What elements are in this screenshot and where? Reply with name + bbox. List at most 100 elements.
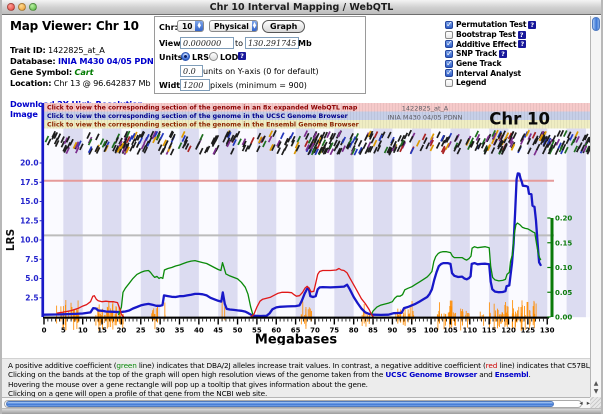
x-axis-tick-label: 125: [521, 327, 536, 335]
info-icon[interactable]: ?: [499, 50, 507, 58]
checkbox[interactable]: [445, 79, 453, 87]
info-icon[interactable]: ?: [518, 31, 526, 39]
map-options-box: Chr: 10 ▲▼ Physical ▲▼ Graph View: to Mb…: [154, 16, 366, 94]
trait-id-value: 1422825_at_A: [48, 45, 105, 55]
checkbox-row-legend[interactable]: Legend?: [445, 78, 536, 88]
horizontal-scrollbar-thumb[interactable]: [6, 401, 554, 407]
width-hint: pixels (minimum = 900): [210, 81, 307, 90]
x-axis-tick-label: 80: [349, 327, 359, 335]
map-type-select[interactable]: Physical ▲▼: [209, 20, 258, 32]
x-axis: [43, 317, 549, 319]
gene-symbol-label: Gene Symbol:: [10, 67, 72, 77]
scroll-arrows-icon[interactable]: ▲▼: [591, 380, 601, 396]
info-icon[interactable]: ?: [528, 21, 536, 29]
app-window: Chr 10 Interval Mapping / WebQTL Map Vie…: [0, 0, 603, 414]
x-axis-tick-label: 100: [424, 327, 439, 335]
yaxis-units-input[interactable]: [180, 65, 203, 77]
vertical-scrollbar-thumb[interactable]: [592, 17, 600, 31]
view-from-input[interactable]: [180, 37, 234, 49]
lod-radio[interactable]: [209, 52, 218, 61]
x-axis-tick-label: 50: [233, 327, 243, 335]
x-axis-tick-label: 5: [61, 327, 66, 335]
right-axis-tick-label: 0.15: [555, 239, 572, 247]
plot-stripe: [102, 129, 121, 318]
checkbox-row-additive-effect[interactable]: Additive Effect?: [445, 39, 536, 49]
checkbox[interactable]: [445, 69, 453, 77]
x-axis-tick-label: 110: [462, 327, 477, 335]
interval-map-chart[interactable]: Click to view the corresponding section …: [2, 100, 603, 345]
gene-symbol-value[interactable]: Cart: [75, 67, 94, 77]
chromosome-select[interactable]: 10 ▲▼: [177, 20, 204, 32]
band-label: Click to view the corresponding section …: [47, 104, 358, 111]
right-axis-tick-label: 0.20: [555, 215, 572, 223]
plot-stripe: [63, 129, 82, 318]
checkbox[interactable]: [445, 21, 453, 29]
right-axis-line: [551, 218, 554, 317]
footer-line-3: Hovering the mouse over a gene rectangle…: [8, 380, 595, 389]
info-icon[interactable]: ?: [518, 40, 526, 48]
select-stepper-icon: ▲▼: [252, 21, 257, 31]
y-axis-tick-label: 5.0: [25, 274, 38, 283]
x-axis-title: Megabases: [255, 333, 337, 346]
checkbox-label: Legend: [456, 78, 486, 87]
window-title: Chr 10 Interval Mapping / WebQTL: [2, 2, 601, 13]
track-option-list: Permutation Test? Bootstrap Test? Additi…: [445, 20, 536, 88]
y-axis-tick-label: 20.0: [20, 159, 39, 168]
checkbox-label: Permutation Test: [456, 20, 526, 29]
width-input[interactable]: [180, 79, 210, 91]
band-label: Click to view the corresponding section …: [47, 121, 360, 128]
trait-id-line: Trait ID: 1422825_at_A: [10, 45, 152, 56]
x-axis-tick-label: 30: [155, 327, 165, 335]
checkbox-row-permutation-test[interactable]: Permutation Test?: [445, 20, 536, 30]
resize-grip[interactable]: [590, 397, 601, 408]
y-axis-tick-label: 2.5: [25, 293, 38, 302]
to-label: to: [235, 39, 243, 48]
checkbox-row-gene-track[interactable]: Gene Track?: [445, 59, 536, 69]
band-label: Click to view the corresponding section …: [47, 113, 349, 120]
ucsc-link[interactable]: UCSC Genome Browser: [385, 370, 477, 379]
checkbox-label: Additive Effect: [456, 40, 516, 49]
checkbox[interactable]: [445, 50, 453, 58]
checkbox[interactable]: [445, 31, 453, 39]
checkbox-label: Interval Analyst: [456, 69, 521, 78]
database-line: Database: INIA M430 04/05 PDNN: [10, 56, 152, 67]
checkbox-row-snp-track[interactable]: SNP Track?: [445, 49, 536, 59]
mb-label: Mb: [298, 39, 312, 48]
chart-title-chr: Chr 10: [489, 110, 550, 129]
view-to-input[interactable]: [245, 37, 299, 49]
location-line: Location: Chr 13 @ 96.642837 Mb: [10, 78, 152, 89]
plot-stripe: [528, 129, 547, 318]
footer-line-2: Clicking on the bands at the top of the …: [8, 370, 595, 379]
plot-stripe: [373, 129, 392, 318]
horizontal-scrollbar-track[interactable]: [4, 400, 582, 408]
x-axis-tick-label: 105: [443, 327, 458, 335]
checkbox-row-interval-analyst[interactable]: Interval Analyst?: [445, 68, 536, 78]
overlay-trait-id: 1422825_at_A: [402, 105, 449, 113]
checkbox-row-bootstrap-test[interactable]: Bootstrap Test?: [445, 30, 536, 40]
window-bottom-bar: [2, 408, 601, 414]
y-axis-line: [41, 103, 44, 317]
lrs-radio[interactable]: [181, 52, 190, 61]
location-value: Chr 13 @ 96.642837 Mb: [54, 78, 151, 88]
x-axis-tick-label: 40: [194, 327, 204, 335]
map-type-select-value: Physical: [214, 22, 249, 31]
window-titlebar[interactable]: Chr 10 Interval Mapping / WebQTL: [2, 0, 601, 15]
vertical-scrollbar[interactable]: ▲▼: [590, 16, 601, 397]
gene-symbol-line: Gene Symbol: Cart: [10, 67, 152, 78]
x-axis-tick-label: 15: [97, 327, 107, 335]
info-icon[interactable]: ?: [238, 52, 246, 60]
right-axis-tick-label: 0.00: [555, 314, 572, 322]
page-title: Map Viewer: Chr 10: [10, 19, 152, 33]
ensembl-link[interactable]: Ensembl: [495, 370, 529, 379]
checkbox-label: SNP Track: [456, 49, 497, 58]
plot-stripe: [450, 129, 469, 318]
graph-button[interactable]: Graph: [262, 20, 305, 33]
chr-label: Chr:: [159, 23, 178, 32]
checkbox[interactable]: [445, 40, 453, 48]
database-link[interactable]: INIA M430 04/05 PDNN: [58, 56, 160, 66]
checkbox[interactable]: [445, 60, 453, 68]
green-line-word: green: [116, 361, 136, 370]
x-axis-tick-label: 45: [213, 327, 223, 335]
checkbox-label: Bootstrap Test: [456, 30, 516, 39]
horizontal-scrollbar[interactable]: ◂ ▸: [2, 397, 594, 408]
